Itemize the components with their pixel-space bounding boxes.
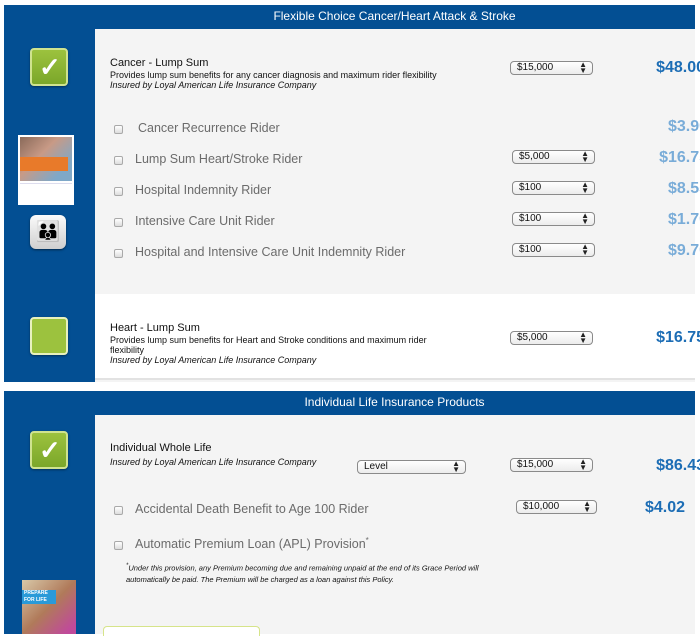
rider-checkbox-accidental-death[interactable] xyxy=(114,506,123,515)
select-value: $100 xyxy=(519,182,542,193)
select-value: $10,000 xyxy=(523,501,560,512)
rider-checkbox-cancer-recurrence[interactable] xyxy=(114,125,123,134)
brochure-title-band: PREPARE FOR LIFE xyxy=(22,590,56,604)
rider-price: $9.70 xyxy=(667,242,700,259)
rider-price: $1.70 xyxy=(667,211,700,228)
rider-price: $8.55 xyxy=(667,180,700,197)
product-title-whole-life: Individual Whole Life xyxy=(110,442,212,454)
rider-label: Intensive Care Unit Rider xyxy=(135,214,275,228)
select-arrows-icon: ▲ ▼ xyxy=(581,180,589,195)
life-brochure-thumbnail[interactable]: PREPARE FOR LIFE xyxy=(22,580,76,634)
hospital-indemnity-amount-select[interactable]: $100 ▲ ▼ xyxy=(512,181,595,195)
accidental-death-amount-select[interactable]: $10,000 ▲ ▼ xyxy=(516,500,597,514)
apl-footnote: *Under this provision, any Premium becom… xyxy=(126,561,506,585)
product-insurer-whole-life: Insured by Loyal American Life Insurance… xyxy=(110,457,317,467)
whole-life-amount-select[interactable]: $15,000 ▲ ▼ xyxy=(510,458,593,472)
cancer-amount-select[interactable]: $15,000 ▲ ▼ xyxy=(510,61,593,75)
heart-stroke-rider-amount-select[interactable]: $5,000 ▲ ▼ xyxy=(512,150,595,164)
rider-checkbox-icu[interactable] xyxy=(114,218,123,227)
heart-price: $16.75 xyxy=(656,329,700,346)
select-arrows-icon: ▲ ▼ xyxy=(579,60,587,75)
rider-price: $16.75 xyxy=(659,149,700,166)
rider-label-text: Automatic Premium Loan (APL) Provision xyxy=(135,537,366,552)
rider-checkbox-heart-stroke[interactable] xyxy=(114,156,123,165)
product-title-heart: Heart - Lump Sum xyxy=(110,322,200,334)
cancer-brochure-thumbnail[interactable] xyxy=(18,135,74,205)
product-description-heart: Provides lump sum benefits for Heart and… xyxy=(110,335,427,355)
section-body: Cancer - Lump Sum Provides lump sum bene… xyxy=(95,29,700,382)
rider-label: Hospital Indemnity Rider xyxy=(135,183,272,197)
product-insurer-heart: Insured by Loyal American Life Insurance… xyxy=(110,355,317,365)
section-cancer-heart-stroke: Flexible Choice Cancer/Heart Attack & St… xyxy=(4,5,700,382)
plan-type-select[interactable]: Level ▲ ▼ xyxy=(357,460,466,474)
cancer-price: $48.00 xyxy=(656,59,700,76)
rider-checkbox-hospital-icu-indemnity[interactable] xyxy=(114,249,123,258)
rider-checkbox-apl[interactable] xyxy=(114,541,123,550)
select-value: $100 xyxy=(519,213,542,224)
heart-product-row: Heart - Lump Sum Provides lump sum benef… xyxy=(95,294,700,380)
rider-label: Lump Sum Heart/Stroke Rider xyxy=(135,152,303,166)
select-arrows-icon: ▲ ▼ xyxy=(581,242,589,257)
select-value: $5,000 xyxy=(517,332,548,343)
footnote-text: Under this provision, any Premium becomi… xyxy=(126,563,479,584)
select-value: $5,000 xyxy=(519,151,550,162)
rider-price: $3.90 xyxy=(667,118,700,135)
heart-amount-select[interactable]: $5,000 ▲ ▼ xyxy=(510,331,593,345)
rider-label: Accidental Death Benefit to Age 100 Ride… xyxy=(135,502,369,516)
icu-amount-select[interactable]: $100 ▲ ▼ xyxy=(512,212,595,226)
whole-life-price: $86.43 xyxy=(656,457,700,474)
select-value: $100 xyxy=(519,244,542,255)
select-value: $15,000 xyxy=(517,459,554,470)
select-arrows-icon: ▲ ▼ xyxy=(583,499,591,514)
cancer-select-checkbox[interactable]: ✓ xyxy=(30,48,68,86)
product-insurer-cancer: Insured by Loyal American Life Insurance… xyxy=(110,80,317,90)
select-value: $15,000 xyxy=(517,62,554,73)
product-description-cancer: Provides lump sum benefits for any cance… xyxy=(110,70,437,80)
hospital-icu-indemnity-amount-select[interactable]: $100 ▲ ▼ xyxy=(512,243,595,257)
rider-checkbox-hospital-indemnity[interactable] xyxy=(114,187,123,196)
select-arrows-icon: ▲ ▼ xyxy=(452,459,460,474)
family-icon[interactable]: 👪 xyxy=(30,215,66,249)
select-arrows-icon: ▲ ▼ xyxy=(581,149,589,164)
rider-price: $4.02 xyxy=(644,499,685,516)
product-title-cancer: Cancer - Lump Sum xyxy=(110,57,209,69)
section-body: Individual Whole Life Insured by Loyal A… xyxy=(95,415,700,634)
section-individual-life: Individual Life Insurance Products Indiv… xyxy=(4,391,700,634)
check-icon: ✓ xyxy=(39,52,61,82)
select-arrows-icon: ▲ ▼ xyxy=(579,457,587,472)
select-arrows-icon: ▲ ▼ xyxy=(581,211,589,226)
rider-label: Cancer Recurrence Rider xyxy=(138,121,280,135)
brochure-title-band xyxy=(20,157,68,171)
select-arrows-icon: ▲ ▼ xyxy=(579,330,587,345)
rider-label-apl: Automatic Premium Loan (APL) Provision* xyxy=(135,536,369,551)
heart-select-checkbox[interactable] xyxy=(30,317,68,355)
check-icon: ✓ xyxy=(39,435,61,465)
next-product-box[interactable] xyxy=(103,626,260,636)
family-glyph-icon: 👪 xyxy=(35,221,61,243)
rider-label: Hospital and Intensive Care Unit Indemni… xyxy=(135,245,406,259)
select-value: Level xyxy=(364,461,388,472)
footnote-mark: * xyxy=(365,536,369,545)
brochure-footer xyxy=(20,183,72,203)
whole-life-select-checkbox[interactable]: ✓ xyxy=(30,431,68,469)
